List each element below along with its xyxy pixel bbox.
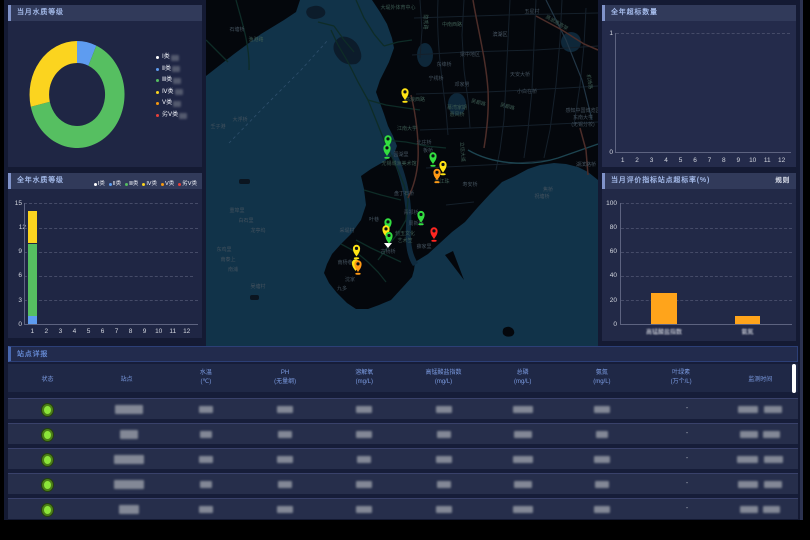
svg-text:九多: 九多 bbox=[337, 285, 347, 292]
svg-text:壬子港: 壬子港 bbox=[210, 123, 225, 130]
svg-text:叶巷: 叶巷 bbox=[369, 216, 379, 223]
svg-text:青祁桥: 青祁桥 bbox=[403, 209, 418, 216]
svg-text:焦桥: 焦桥 bbox=[543, 186, 553, 193]
svg-text:隐秀路: 隐秀路 bbox=[422, 14, 429, 29]
svg-text:大堤外体育中心: 大堤外体育中心 bbox=[380, 4, 415, 11]
svg-text:感知中国博览园: 感知中国博览园 bbox=[565, 107, 598, 114]
svg-text:寿安桥: 寿安桥 bbox=[462, 181, 477, 188]
svg-text:古杨桥: 古杨桥 bbox=[380, 248, 395, 255]
svg-text:惠风桥: 惠风桥 bbox=[449, 111, 464, 118]
svg-text:祝塘桥: 祝塘桥 bbox=[534, 193, 549, 200]
svg-text:邓家男: 邓家男 bbox=[454, 81, 469, 88]
svg-text:宁绣桥: 宁绣桥 bbox=[428, 75, 443, 82]
svg-text:中南西路: 中南西路 bbox=[442, 21, 462, 28]
svg-text:沈家: 沈家 bbox=[345, 276, 355, 283]
svg-text:大浮桥: 大浮桥 bbox=[232, 116, 247, 123]
svg-text:重埠里: 重埠里 bbox=[229, 207, 244, 214]
svg-text:石塘桥: 石塘桥 bbox=[229, 26, 244, 33]
svg-text:艺术笠: 艺术笠 bbox=[397, 237, 412, 244]
svg-text:渔港路: 渔港路 bbox=[248, 36, 263, 43]
svg-text:五星村: 五星村 bbox=[524, 8, 539, 15]
svg-text:南杨巷: 南杨巷 bbox=[337, 259, 352, 266]
svg-text:无锡城洲美术馆: 无锡城洲美术馆 bbox=[381, 160, 416, 167]
svg-text:勃玉文化: 勃玉文化 bbox=[395, 230, 415, 237]
svg-text:龙亭坞: 龙亭坞 bbox=[250, 227, 265, 234]
svg-text:采堤村: 采堤村 bbox=[339, 227, 354, 234]
svg-text:东鸡里: 东鸡里 bbox=[216, 246, 231, 253]
svg-text:天安大桥: 天安大桥 bbox=[510, 71, 530, 78]
svg-text:小白在桥: 小白在桥 bbox=[517, 88, 537, 95]
svg-text:园湖里: 园湖里 bbox=[393, 151, 408, 158]
svg-text:东绛桥: 东绛桥 bbox=[436, 61, 451, 68]
svg-text:高浪西路: 高浪西路 bbox=[405, 96, 425, 103]
svg-text:梁中地区: 梁中地区 bbox=[460, 51, 480, 58]
svg-text:薛家里: 薛家里 bbox=[416, 243, 431, 250]
svg-text:慕湾家期: 慕湾家期 bbox=[447, 104, 467, 111]
svg-text:(无锡分校): (无锡分校) bbox=[571, 121, 595, 128]
svg-text:吴塘村: 吴塘村 bbox=[250, 283, 265, 290]
svg-text:江南大学: 江南大学 bbox=[397, 125, 417, 132]
svg-text:南泰上: 南泰上 bbox=[220, 256, 235, 263]
svg-text:北庄桥: 北庄桥 bbox=[416, 139, 431, 146]
svg-text:湖滨路桥: 湖滨路桥 bbox=[576, 161, 596, 168]
svg-text:盘丁石桥: 盘丁石桥 bbox=[394, 190, 414, 197]
svg-text:滨湖区: 滨湖区 bbox=[492, 31, 507, 38]
svg-text:南浦: 南浦 bbox=[228, 266, 238, 273]
svg-text:东南大学: 东南大学 bbox=[573, 114, 593, 121]
svg-text:白石里: 白石里 bbox=[238, 217, 253, 224]
